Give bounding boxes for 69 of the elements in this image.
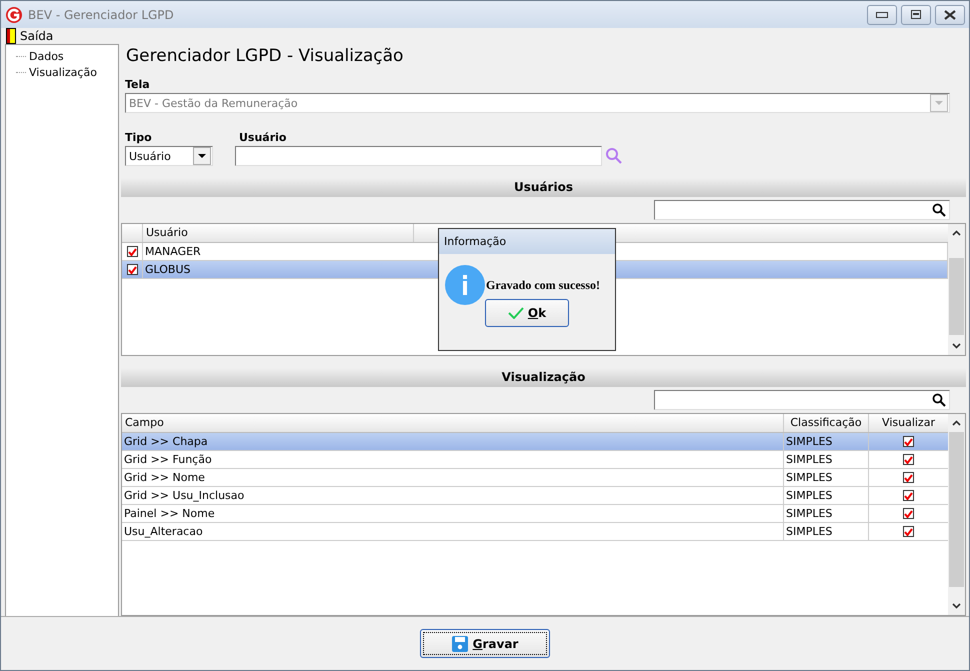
checkmark-icon (508, 307, 524, 319)
checkbox[interactable] (126, 246, 138, 257)
table-cell: SIMPLES (784, 505, 869, 522)
minimize-icon (876, 12, 888, 18)
column-header[interactable]: Visualizar (869, 414, 948, 432)
table-row[interactable]: Grid >> Usu_Inclusao SIMPLES (122, 487, 948, 505)
checkbox[interactable] (126, 264, 138, 275)
column-header[interactable]: Campo (122, 414, 784, 432)
checkbox[interactable] (903, 472, 914, 483)
table-cell: SIMPLES (784, 451, 869, 468)
search-field[interactable] (654, 200, 950, 220)
table-row[interactable]: Grid >> Chapa SIMPLES (122, 433, 948, 451)
save-button[interactable]: Gravar (420, 629, 550, 658)
section-header: Visualização (121, 368, 966, 387)
table-cell: Usu_Alteracao (122, 523, 784, 540)
checkbox[interactable] (903, 508, 914, 519)
tree-item[interactable]: Dados (28, 50, 65, 62)
scrollbar[interactable] (948, 224, 965, 355)
search-icon (932, 203, 946, 217)
field-label: Tela (125, 78, 151, 91)
restore-icon (911, 10, 921, 19)
type-dropdown[interactable]: Usuário (125, 146, 213, 166)
info-icon (445, 265, 485, 305)
search-icon (932, 393, 946, 407)
user-input-field[interactable] (235, 146, 602, 166)
scroll-down-icon[interactable] (952, 343, 961, 349)
scrollbar[interactable] (948, 414, 965, 615)
door-icon (6, 28, 16, 44)
table-cell: SIMPLES (784, 487, 869, 504)
close-icon (943, 10, 957, 20)
ok-button[interactable]: Ok (485, 299, 569, 327)
table-cell: Painel >> Nome (122, 505, 784, 522)
table-cell: Grid >> Usu_Inclusao (122, 487, 784, 504)
table-cell: Grid >> Função (122, 451, 784, 468)
page-title: Gerenciador LGPD - Visualização (126, 46, 404, 68)
caret-icon (935, 101, 943, 105)
field-label: Usuário (239, 131, 288, 144)
tree-item[interactable]: Visualização (28, 66, 98, 78)
table-row[interactable]: Grid >> Função SIMPLES (122, 451, 948, 469)
column-header[interactable]: Classificação (784, 414, 869, 432)
scroll-down-icon[interactable] (952, 603, 961, 609)
scroll-up-icon[interactable] (952, 420, 961, 426)
table-row[interactable]: Grid >> Nome SIMPLES (122, 469, 948, 487)
table-cell: Grid >> Nome (122, 469, 784, 486)
logo-icon (5, 6, 23, 24)
close-button[interactable] (935, 4, 965, 24)
checkbox[interactable] (903, 526, 914, 537)
checkbox[interactable] (903, 490, 914, 501)
table-cell: MANAGER (145, 245, 201, 258)
table-cell: Grid >> Chapa (122, 433, 784, 450)
section-header: Usuários (121, 178, 966, 197)
checkbox[interactable] (903, 436, 914, 447)
dialog-message: Gravado com sucesso! (486, 278, 600, 292)
search-field[interactable] (654, 390, 950, 410)
table-row[interactable]: Usu_Alteracao SIMPLES (122, 523, 948, 541)
dialog-title: Informação (439, 229, 615, 254)
caret-icon (198, 154, 206, 158)
table-cell: SIMPLES (784, 433, 869, 450)
scroll-up-icon[interactable] (952, 230, 961, 236)
table-cell: GLOBUS (145, 263, 190, 276)
table-cell: SIMPLES (784, 523, 869, 540)
checkbox[interactable] (903, 454, 914, 465)
maximize-button[interactable] (901, 4, 931, 24)
minimize-button[interactable] (867, 4, 897, 24)
field-label: Tipo (125, 131, 153, 144)
table-row[interactable]: Painel >> Nome SIMPLES (122, 505, 948, 523)
table-cell: SIMPLES (784, 469, 869, 486)
search-icon[interactable] (605, 147, 623, 165)
window-title: BEV - Gerenciador LGPD (28, 8, 175, 22)
